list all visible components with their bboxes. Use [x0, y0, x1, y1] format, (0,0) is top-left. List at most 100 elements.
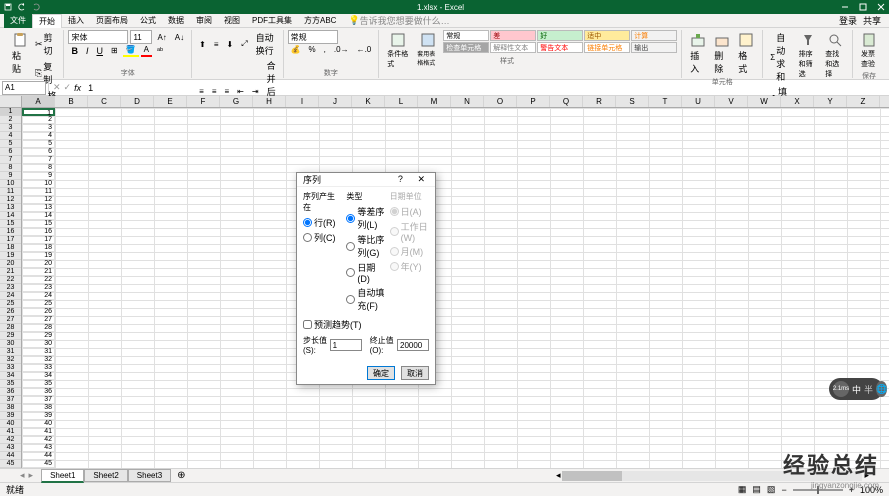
cell[interactable]: 30	[22, 340, 55, 348]
style-cell[interactable]: 计算	[631, 30, 677, 41]
font-color-button[interactable]: A	[141, 44, 152, 57]
cell[interactable]: 32	[22, 356, 55, 364]
cell[interactable]: 11	[22, 188, 55, 196]
align-middle-button[interactable]: ≡	[211, 39, 222, 50]
border-button[interactable]: ⊞	[108, 45, 121, 56]
cancel-formula-icon[interactable]: ✕	[53, 82, 61, 93]
cell[interactable]: 1	[22, 108, 55, 116]
row-header[interactable]: 26	[0, 308, 21, 316]
cell[interactable]: 20	[22, 260, 55, 268]
cell[interactable]: 42	[22, 436, 55, 444]
cut-button[interactable]: ✂剪切	[32, 30, 59, 58]
increase-font-button[interactable]: A↑	[154, 32, 169, 43]
ok-button[interactable]: 确定	[367, 366, 395, 380]
cell[interactable]: 44	[22, 452, 55, 460]
row-header[interactable]: 4	[0, 132, 21, 140]
sheet-tab-1[interactable]: Sheet1	[41, 469, 84, 483]
row-header[interactable]: 24	[0, 292, 21, 300]
type-arith-radio[interactable]: 等差序列(L)	[346, 204, 385, 232]
row-header[interactable]: 33	[0, 364, 21, 372]
col-header-A[interactable]: A	[22, 96, 55, 107]
phonetic-button[interactable]: ᵃᵇ	[154, 45, 166, 56]
insert-tab[interactable]: 插入	[62, 14, 90, 28]
row-header[interactable]: 9	[0, 172, 21, 180]
number-format-select[interactable]	[288, 30, 338, 44]
row-header[interactable]: 41	[0, 428, 21, 436]
ime-indicator[interactable]: 2.1ms 中 半 🌐	[829, 378, 883, 400]
row-header[interactable]: 2	[0, 116, 21, 124]
col-header-H[interactable]: H	[253, 96, 286, 107]
cell[interactable]: 21	[22, 268, 55, 276]
stop-value-input[interactable]	[397, 339, 429, 351]
series-col-radio[interactable]: 列(C)	[303, 230, 342, 245]
style-cell[interactable]: 链接单元格	[584, 42, 630, 53]
format-cells-button[interactable]: 格式	[734, 30, 758, 77]
new-sheet-button[interactable]: ⊕	[177, 470, 185, 481]
align-bottom-button[interactable]: ⬇	[224, 39, 237, 50]
col-header-C[interactable]: C	[88, 96, 121, 107]
formulas-tab[interactable]: 公式	[134, 14, 162, 28]
cell[interactable]: 23	[22, 284, 55, 292]
cell[interactable]: 16	[22, 228, 55, 236]
row-header[interactable]: 37	[0, 396, 21, 404]
decrease-decimal-button[interactable]: ←.0	[354, 44, 375, 55]
save-icon[interactable]	[4, 3, 12, 11]
row-header[interactable]: 25	[0, 300, 21, 308]
row-header[interactable]: 10	[0, 180, 21, 188]
formula-input[interactable]: 1	[84, 83, 885, 93]
cell[interactable]: 15	[22, 220, 55, 228]
zoom-out-button[interactable]: −	[781, 485, 786, 495]
series-row-radio[interactable]: 行(R)	[303, 215, 342, 230]
cell[interactable]: 6	[22, 148, 55, 156]
row-header[interactable]: 8	[0, 164, 21, 172]
cell[interactable]: 26	[22, 308, 55, 316]
view-layout-icon[interactable]: ▤	[752, 484, 761, 495]
view-pagebreak-icon[interactable]: ▧	[767, 484, 776, 495]
ime-settings-icon[interactable]: 2.1ms	[833, 381, 849, 397]
row-header[interactable]: 19	[0, 252, 21, 260]
cell-styles-gallery[interactable]: 常规差好适中计算检查单元格解释性文本警告文本链接单元格输出	[443, 30, 677, 53]
bold-button[interactable]: B	[68, 45, 81, 57]
col-header-Y[interactable]: Y	[814, 96, 847, 107]
cells-area[interactable]: 1234567891011121314151617181920212223242…	[22, 108, 889, 468]
row-header[interactable]: 5	[0, 140, 21, 148]
col-header-T[interactable]: T	[649, 96, 682, 107]
row-header[interactable]: 45	[0, 460, 21, 468]
dialog-close-button[interactable]: ✕	[413, 174, 429, 184]
cell[interactable]: 19	[22, 252, 55, 260]
style-cell[interactable]: 检查单元格	[443, 42, 489, 53]
row-header[interactable]: 36	[0, 388, 21, 396]
cell[interactable]: 33	[22, 364, 55, 372]
cell[interactable]: 41	[22, 428, 55, 436]
col-header-I[interactable]: I	[286, 96, 319, 107]
decrease-font-button[interactable]: A↓	[172, 32, 187, 43]
row-header[interactable]: 1	[0, 108, 21, 116]
invoice-check-button[interactable]: 发票查验	[857, 30, 881, 71]
sheet-tab-2[interactable]: Sheet2	[84, 469, 127, 482]
cell[interactable]: 35	[22, 380, 55, 388]
italic-button[interactable]: I	[83, 45, 92, 57]
col-header-P[interactable]: P	[517, 96, 550, 107]
insert-cells-button[interactable]: 插入	[686, 30, 710, 77]
col-header-W[interactable]: W	[748, 96, 781, 107]
data-tab[interactable]: 数据	[162, 14, 190, 28]
row-header[interactable]: 12	[0, 196, 21, 204]
row-header[interactable]: 21	[0, 268, 21, 276]
cell[interactable]: 5	[22, 140, 55, 148]
select-all-corner[interactable]	[0, 96, 22, 107]
view-normal-icon[interactable]: ▦	[738, 484, 747, 495]
file-tab[interactable]: 文件	[4, 14, 32, 28]
style-cell[interactable]: 常规	[443, 30, 489, 41]
cell[interactable]: 38	[22, 404, 55, 412]
row-header[interactable]: 34	[0, 372, 21, 380]
wrap-text-button[interactable]: 自动换行	[253, 30, 279, 58]
col-header-F[interactable]: F	[187, 96, 220, 107]
fill-color-button[interactable]: 🪣	[123, 44, 139, 57]
type-auto-radio[interactable]: 自动填充(F)	[346, 285, 385, 313]
comma-button[interactable]: ,	[321, 44, 329, 55]
cell[interactable]: 24	[22, 292, 55, 300]
sheet-nav-prev-icon[interactable]: ▸	[29, 470, 34, 481]
row-header[interactable]: 31	[0, 348, 21, 356]
increase-decimal-button[interactable]: .0→	[331, 44, 352, 55]
currency-button[interactable]: 💰	[288, 44, 304, 55]
